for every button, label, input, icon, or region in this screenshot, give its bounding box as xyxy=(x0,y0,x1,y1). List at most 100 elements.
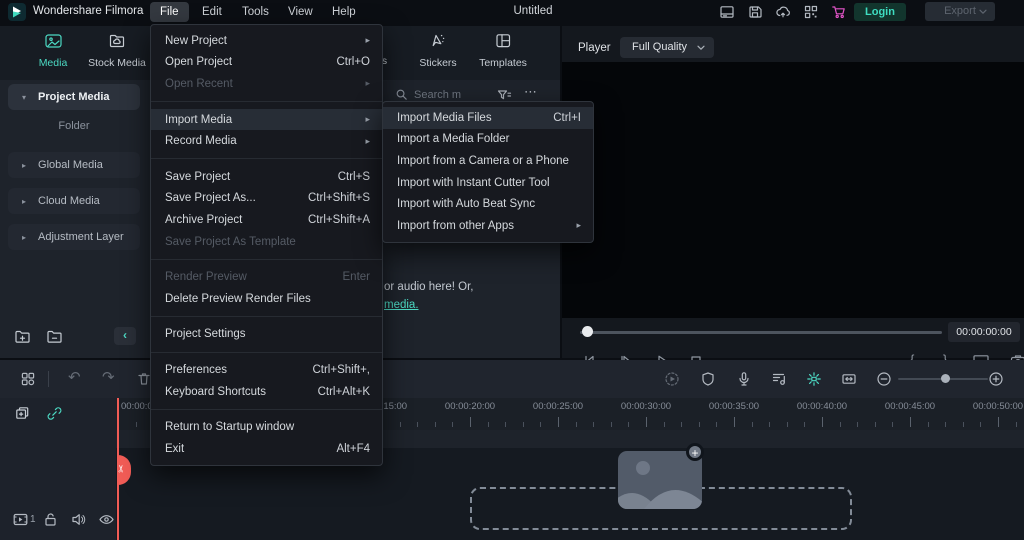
tab-stock-media[interactable]: Stock Media xyxy=(82,32,152,69)
audio-mixer-icon[interactable] xyxy=(771,371,787,387)
panel-layout-icon[interactable] xyxy=(719,4,735,20)
marker-icon[interactable] xyxy=(700,371,716,387)
menu-item-preferences[interactable]: PreferencesCtrl+Shift+, xyxy=(151,359,382,381)
cloud-upload-icon[interactable] xyxy=(775,4,791,20)
mute-speaker-icon[interactable] xyxy=(70,511,87,528)
ruler-tick xyxy=(892,422,893,427)
import-media-link[interactable]: media. xyxy=(384,299,419,311)
lock-icon[interactable] xyxy=(42,511,59,528)
video-track-icon[interactable] xyxy=(12,511,29,528)
menu-help[interactable]: Help xyxy=(322,2,366,22)
render-preview-icon[interactable] xyxy=(664,371,680,387)
player-panel: Player Full Quality 00:00:00:00 { } xyxy=(562,26,1024,358)
export-button[interactable]: Export xyxy=(925,2,995,21)
search-icon[interactable] xyxy=(394,87,409,102)
more-options-icon[interactable]: ⋯ xyxy=(524,84,537,100)
sidebar-item-label: Cloud Media xyxy=(38,195,100,207)
sidebar-item-cloud-media[interactable]: ▸ Cloud Media xyxy=(8,188,140,214)
tab-templates[interactable]: Templates xyxy=(468,32,538,69)
menu-tools[interactable]: Tools xyxy=(232,2,279,22)
expand-arrow-icon[interactable]: ▾ xyxy=(22,93,26,102)
add-media-plus-icon[interactable]: + xyxy=(686,443,704,461)
ruler-tick xyxy=(787,422,788,427)
zoom-in-icon[interactable] xyxy=(988,371,1004,387)
submenu-arrow-icon: ▸ xyxy=(576,220,581,231)
chevron-down-icon xyxy=(697,45,705,51)
menu-item-import-media[interactable]: Import Media▸ xyxy=(151,109,382,131)
scrubber-handle[interactable] xyxy=(582,326,593,337)
menu-item-import-with-auto-beat-sync[interactable]: Import with Auto Beat Sync xyxy=(383,193,593,215)
menu-item-import-from-other-apps[interactable]: Import from other Apps▸ xyxy=(383,215,593,237)
export-label: Export xyxy=(944,5,976,17)
menu-file[interactable]: File xyxy=(150,2,189,22)
zoom-slider-handle[interactable] xyxy=(941,374,950,383)
menu-item-open-project[interactable]: Open ProjectCtrl+O xyxy=(151,52,382,74)
scrubber-track[interactable] xyxy=(580,331,942,334)
quality-dropdown[interactable]: Full Quality xyxy=(620,37,714,58)
collapse-arrow-icon[interactable]: ▸ xyxy=(22,197,26,206)
sidebar-item-project-media[interactable]: ▾ Project Media xyxy=(8,84,140,110)
toolbox-icon[interactable] xyxy=(20,371,36,387)
zoom-to-fit-icon[interactable] xyxy=(841,371,857,387)
auto-link-icon[interactable] xyxy=(46,405,63,422)
menu-item-return-to-startup-window[interactable]: Return to Startup window xyxy=(151,416,382,438)
add-track-icon[interactable] xyxy=(14,405,31,422)
sidebar-item-folder[interactable]: Folder xyxy=(8,120,140,136)
collapse-sidebar-button[interactable]: ‹ xyxy=(114,327,136,345)
playhead-scissors-handle[interactable]: ✂ xyxy=(118,455,131,485)
menu-item-delete-preview-render-files[interactable]: Delete Preview Render Files xyxy=(151,288,382,310)
menu-item-exit[interactable]: ExitAlt+F4 xyxy=(151,438,382,460)
menu-item-keyboard-shortcuts[interactable]: Keyboard ShortcutsCtrl+Alt+K xyxy=(151,381,382,403)
collapse-arrow-icon[interactable]: ▸ xyxy=(22,233,26,242)
tab-stickers[interactable]: Stickers xyxy=(403,32,473,69)
menu-item-record-media[interactable]: Record Media▸ xyxy=(151,130,382,152)
ruler-label: 00:00:20:00 xyxy=(445,401,495,412)
menu-item-import-with-instant-cutter-tool[interactable]: Import with Instant Cutter Tool xyxy=(383,172,593,194)
smart-tools-icon[interactable] xyxy=(806,371,822,387)
visibility-eye-icon[interactable] xyxy=(98,511,115,528)
menu-view[interactable]: View xyxy=(278,2,323,22)
filmora-logo xyxy=(8,3,26,21)
menu-item-label: Import from other Apps xyxy=(397,220,576,232)
cart-icon[interactable] xyxy=(831,4,847,20)
menu-item-shortcut: Ctrl+I xyxy=(553,112,581,124)
login-button[interactable]: Login xyxy=(854,3,906,21)
tab-media[interactable]: Media xyxy=(18,32,88,69)
collapse-arrow-icon[interactable]: ▸ xyxy=(22,161,26,170)
menu-item-project-settings[interactable]: Project Settings xyxy=(151,324,382,346)
redo-icon[interactable]: ↷ xyxy=(102,368,115,386)
ruler-tick xyxy=(752,422,753,427)
menu-item-new-project[interactable]: New Project▸ xyxy=(151,30,382,52)
menu-item-archive-project[interactable]: Archive ProjectCtrl+Shift+A xyxy=(151,209,382,231)
ruler-tick xyxy=(928,422,929,427)
search-input[interactable]: Search m xyxy=(414,89,461,101)
ruler-tick xyxy=(452,422,453,427)
sidebar-item-label: Project Media xyxy=(38,91,110,103)
menu-item-import-from-a-camera-or-a-phone[interactable]: Import from a Camera or a Phone xyxy=(383,150,593,172)
menu-item-import-a-media-folder[interactable]: Import a Media Folder xyxy=(383,129,593,151)
sidebar-item-adjustment-layer[interactable]: ▸Adjustment Layer xyxy=(8,224,140,250)
menu-item-render-preview: Render PreviewEnter xyxy=(151,266,382,288)
ruler-tick xyxy=(840,422,841,427)
grid-apps-icon[interactable] xyxy=(803,4,819,20)
delete-folder-icon[interactable] xyxy=(46,328,63,345)
ruler-tick xyxy=(576,422,577,427)
ruler-tick xyxy=(505,422,506,427)
zoom-out-icon[interactable] xyxy=(876,371,892,387)
ruler-tick xyxy=(734,417,735,427)
ruler-tick xyxy=(699,422,700,427)
save-icon[interactable] xyxy=(747,4,763,20)
menu-edit[interactable]: Edit xyxy=(192,2,232,22)
menu-item-save-project[interactable]: Save ProjectCtrl+S xyxy=(151,166,382,188)
ruler-tick xyxy=(963,422,964,427)
new-folder-icon[interactable] xyxy=(14,328,31,345)
undo-icon[interactable]: ↶ xyxy=(68,368,81,386)
sidebar-item-global-media[interactable]: ▸Global Media xyxy=(8,152,140,178)
voiceover-mic-icon[interactable] xyxy=(736,371,752,387)
ruler-tick xyxy=(470,417,471,427)
menu-item-import-media-files[interactable]: Import Media FilesCtrl+I xyxy=(383,107,593,129)
ruler-tick xyxy=(716,422,717,427)
ruler-label: 00:00:50:00 xyxy=(973,401,1023,412)
menu-item-save-project-as[interactable]: Save Project As...Ctrl+Shift+S xyxy=(151,188,382,210)
ruler-tick xyxy=(857,422,858,427)
